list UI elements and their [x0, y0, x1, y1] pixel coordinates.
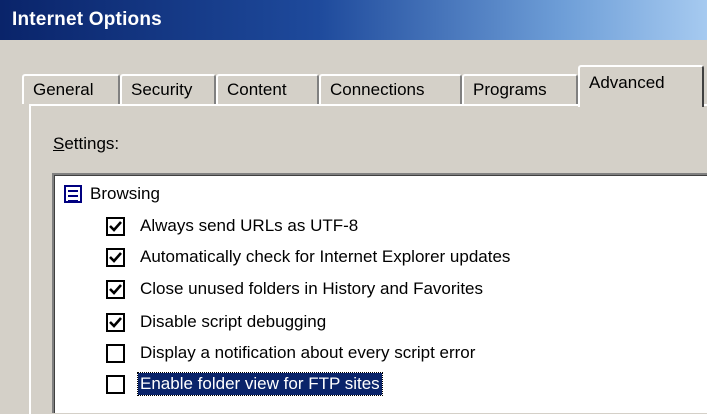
settings-label-mnemonic: S — [53, 134, 65, 153]
group-browsing-label: Browsing — [90, 184, 160, 203]
option-script-error-notification[interactable]: Display a notification about every scrip… — [106, 341, 477, 365]
option-label: Close unused folders in History and Favo… — [140, 279, 483, 298]
option-label: Disable script debugging — [140, 312, 327, 331]
tab-general[interactable]: General — [22, 74, 120, 104]
option-enable-ftp-folder-view[interactable]: Enable folder view for FTP sites — [106, 372, 383, 396]
settings-label: Settings: — [53, 134, 119, 154]
option-label: Always send URLs as UTF-8 — [140, 216, 359, 235]
option-always-send-urls-utf8[interactable]: Always send URLs as UTF-8 — [106, 214, 360, 238]
checkbox-checked-icon[interactable] — [106, 279, 125, 299]
tab-connections-label: Connections — [330, 80, 425, 99]
tab-advanced-label: Advanced — [589, 73, 665, 92]
option-disable-script-debugging[interactable]: Disable script debugging — [106, 310, 328, 334]
group-browsing[interactable]: Browsing — [64, 183, 160, 205]
tab-security-label: Security — [131, 80, 193, 99]
option-label: Display a notification about every scrip… — [140, 343, 476, 362]
tab-general-label: General — [33, 80, 94, 99]
window-title: Internet Options — [12, 9, 162, 30]
settings-label-rest: ettings: — [64, 134, 120, 153]
tab-programs[interactable]: Programs — [462, 74, 578, 104]
settings-group-icon — [64, 185, 82, 203]
tab-content-label: Content — [227, 80, 287, 99]
option-auto-check-ie-updates[interactable]: Automatically check for Internet Explore… — [106, 245, 512, 269]
tab-security[interactable]: Security — [120, 74, 216, 104]
option-close-unused-folders[interactable]: Close unused folders in History and Favo… — [106, 277, 485, 301]
checkbox-checked-icon[interactable] — [106, 312, 125, 332]
title-bar[interactable]: Internet Options — [0, 0, 707, 40]
checkbox-unchecked-icon[interactable] — [106, 343, 125, 363]
checkbox-checked-icon[interactable] — [106, 216, 125, 236]
tab-programs-label: Programs — [473, 80, 547, 99]
checkbox-unchecked-icon[interactable] — [106, 374, 125, 394]
tab-connections[interactable]: Connections — [319, 74, 462, 104]
tab-advanced[interactable]: Advanced — [578, 65, 704, 107]
option-label-selected: Enable folder view for FTP sites — [137, 372, 383, 396]
option-label: Automatically check for Internet Explore… — [140, 247, 511, 266]
checkbox-checked-icon[interactable] — [106, 247, 125, 267]
tab-content[interactable]: Content — [216, 74, 319, 104]
